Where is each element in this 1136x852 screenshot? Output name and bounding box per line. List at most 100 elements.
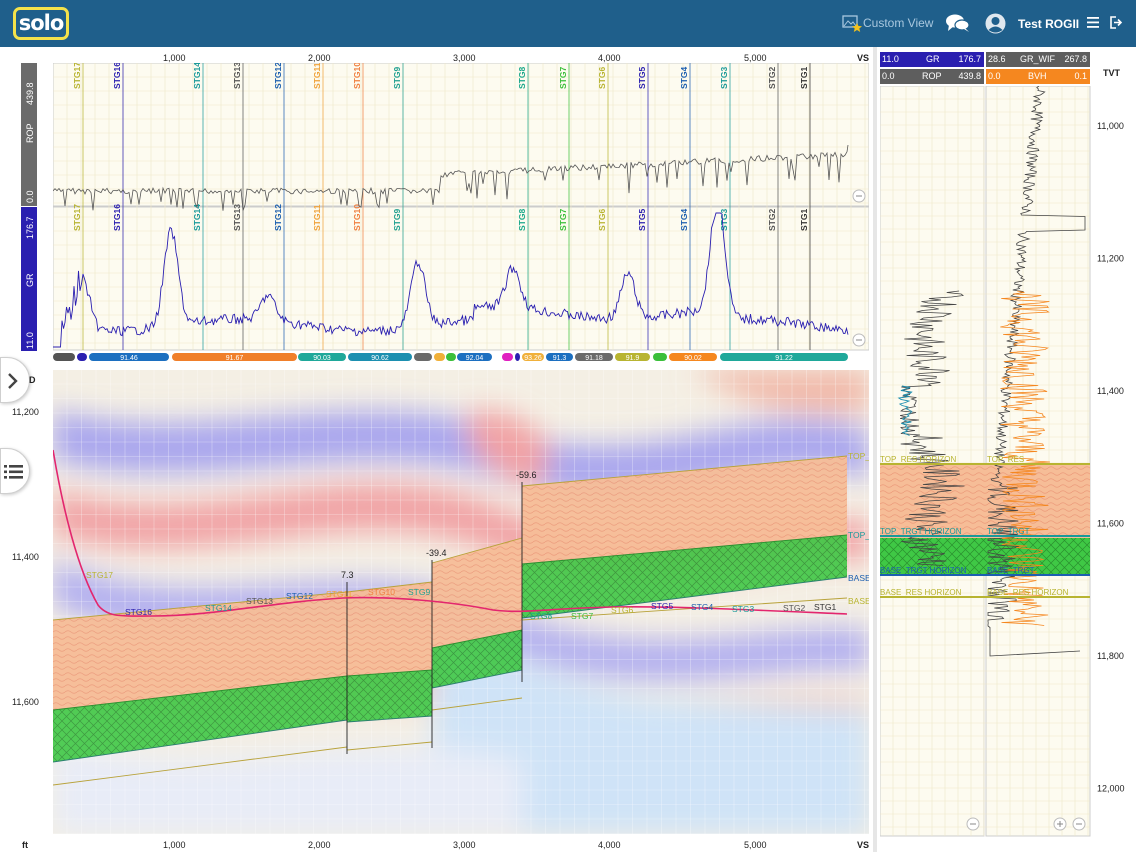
picture-star-icon[interactable] [842, 14, 862, 32]
stage-label: STG3 [719, 209, 729, 231]
section-stage-label: STG7 [571, 611, 593, 621]
list-icon [4, 465, 23, 479]
tvt-tick: 11,800 [1097, 651, 1124, 661]
stage-label: STG1 [799, 67, 809, 89]
section-stage-label: STG12 [286, 591, 313, 601]
section-stage-label: STG9 [408, 587, 430, 597]
dip-value: 90.02 [684, 355, 702, 362]
tvt-tick: 11,000 [1097, 121, 1124, 131]
section-stage-label: STG13 [246, 596, 273, 606]
dip-segment[interactable] [653, 353, 667, 361]
layers-list-button[interactable] [0, 448, 30, 494]
section-stage-label: STG3 [732, 604, 754, 614]
stage-label: STG4 [679, 67, 689, 89]
section-stage-label: STG17 [86, 570, 113, 580]
section-stage-label: STG10 [368, 587, 395, 597]
section-stage-label: STG14 [205, 603, 232, 613]
rop-name: ROP [25, 123, 35, 143]
typelog-horizon-label: BASE_TRGT HORIZON [880, 566, 967, 575]
dip-value: 91.46 [120, 355, 138, 362]
top-axis-tick: 1,000 [163, 53, 186, 63]
stage-label: STG14 [192, 63, 202, 89]
header-min: 28.6 [988, 54, 1006, 64]
stage-label: STG9 [392, 67, 402, 89]
stage-label: STG2 [767, 67, 777, 89]
dip-segment[interactable] [414, 353, 432, 361]
dip-segment[interactable] [77, 353, 87, 361]
header-name: GR [926, 54, 940, 64]
gr-max: 176.7 [25, 216, 35, 239]
gr-track-bg [53, 206, 869, 351]
typelog-horizon-label: TOP_TRGT [987, 527, 1030, 536]
horizon-edge-label: BASE [848, 573, 869, 583]
typelog-horizon-label: TOP_RES [987, 455, 1024, 464]
typelog-panel[interactable]: TOP_RES HORIZON TOP_RES TOP_TRGT HORIZON TO… [880, 86, 1136, 852]
stage-label: STG17 [72, 204, 82, 231]
dip-segment[interactable] [515, 353, 520, 361]
bottom-axis-unit: VS [857, 840, 870, 850]
panel-splitter[interactable] [873, 47, 877, 852]
dip-segment[interactable] [53, 353, 75, 361]
section-stage-label: STG1 [814, 602, 836, 612]
chat-bubbles-icon[interactable] [945, 13, 970, 33]
header-max: 176.7 [958, 54, 981, 64]
top-axis-unit: VS [857, 53, 870, 63]
hamburger-menu-icon[interactable] [1087, 17, 1099, 28]
rop-header-row[interactable]: 0.0 ROP 439.8 [880, 69, 984, 84]
section-stage-label: STG11 [326, 589, 353, 599]
section-stage-label: STG2 [783, 603, 805, 613]
user-name[interactable]: Test ROGII [1018, 17, 1079, 31]
bottom-axis-tick: 1,000 [163, 840, 186, 850]
user-avatar-icon[interactable] [985, 13, 1006, 34]
stage-label: STG9 [392, 209, 402, 231]
dip-segment[interactable] [434, 353, 445, 361]
stage-label: STG5 [637, 67, 647, 89]
typelog-horizon-label: TOP_RES HORIZON [880, 455, 957, 464]
grwif-header-row[interactable]: 28.6 GR_WIF 267.8 [986, 52, 1090, 67]
bottom-axis-left-unit: ft [22, 840, 28, 850]
top-axis-tick: 3,000 [453, 53, 476, 63]
gr-name: GR [25, 273, 35, 287]
stage-label: STG16 [112, 63, 122, 89]
logout-icon[interactable] [1110, 16, 1123, 29]
stage-label: STG10 [352, 204, 362, 231]
dip-segment[interactable] [446, 353, 456, 361]
header-min: 11.0 [882, 54, 899, 64]
stage-label: STG2 [767, 209, 777, 231]
stage-label: STG12 [273, 204, 283, 231]
fault-throw-label: 7.3 [341, 570, 354, 580]
stage-label: STG16 [112, 204, 122, 231]
bottom-axis-tick: 5,000 [744, 840, 767, 850]
gr-header-row[interactable]: 11.0 GR 176.7 [880, 52, 984, 67]
log-tracks-panel[interactable]: STG17STG17STG16STG16STG14STG14STG13STG13… [53, 63, 869, 355]
bvh-header-row[interactable]: 0.0 BVH 0.1 [986, 69, 1090, 84]
typelog-horizon-label: BASE_TRGT [987, 566, 1035, 575]
horizon-edge-label: TOP_ [848, 530, 869, 540]
app-header: solo Custom View Test ROGII [0, 0, 1136, 47]
tvd-tick: 11,600 [12, 697, 39, 707]
dip-value: 91.22 [775, 355, 793, 362]
stage-label: STG13 [232, 204, 242, 231]
stage-label: STG3 [719, 67, 729, 89]
bottom-axis-tick: 3,000 [453, 840, 476, 850]
dip-value: 90.03 [313, 355, 331, 362]
tvt-tick: 11,400 [1097, 386, 1124, 396]
stage-label: STG5 [637, 209, 647, 231]
section-stage-label: STG6 [611, 605, 633, 615]
tvd-tick: 11,400 [12, 552, 39, 562]
section-stage-label: STG4 [691, 602, 713, 612]
solo-logo[interactable]: solo [13, 7, 69, 40]
dip-segment-bar[interactable]: 91.46 91.67 90.03 90.62 92.04 93.26 91.3 91.18 9… [53, 353, 853, 363]
fault-throw-label: -39.4 [426, 548, 447, 558]
dip-value: 91.9 [626, 355, 640, 362]
stage-label: STG10 [352, 63, 362, 89]
dip-segment[interactable] [502, 353, 513, 361]
typelog-horizon-label: BASE_RES HORIZON [987, 588, 1069, 597]
custom-view-button[interactable]: Custom View [863, 16, 933, 30]
stage-label: STG7 [558, 67, 568, 89]
expand-panel-button[interactable] [0, 357, 30, 403]
tvt-axis-label: TVT [1103, 68, 1120, 78]
header-max: 267.8 [1064, 54, 1087, 64]
cross-section-view[interactable]: 7.3 -39.4 -59.6 STG17 STG16 STG14 STG13 STG12 S… [53, 370, 869, 834]
stage-label: STG11 [312, 63, 322, 89]
